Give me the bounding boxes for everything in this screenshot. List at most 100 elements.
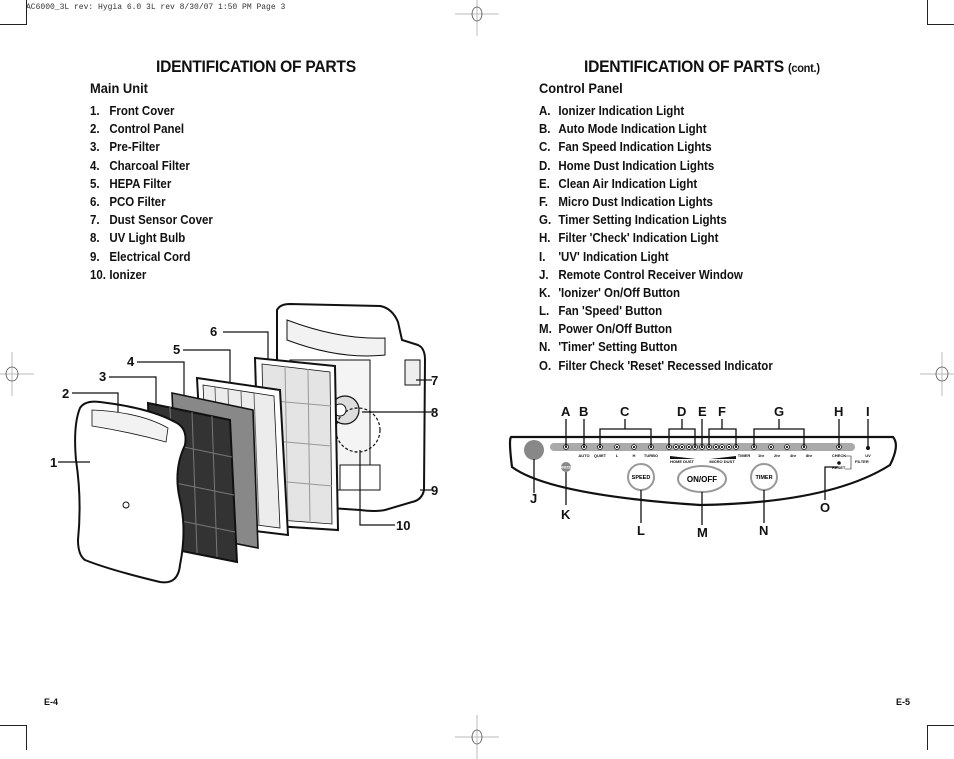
panel-callout-a: A: [561, 404, 571, 419]
panel-callout-n: N: [759, 523, 769, 538]
filter-label: FILTER: [855, 459, 869, 464]
list-item: 4. Charcoal Filter: [90, 158, 190, 173]
list-item: I. 'UV' Indication Light: [539, 249, 669, 264]
callout-7: 7: [431, 373, 439, 388]
list-item: 5. HEPA Filter: [90, 176, 172, 191]
panel-callout-b: B: [579, 404, 589, 419]
page-number-right: E-5: [896, 697, 911, 707]
control-panel-diagram: IONIZER AUTO QUIET L H TURBO HOME DUST M…: [508, 419, 897, 525]
callout-5: 5: [173, 342, 181, 357]
indicator-light-center: [720, 445, 724, 449]
list-item: M. Power On/Off Button: [539, 322, 673, 337]
list-item: E. Clean Air Indication Light: [539, 176, 698, 191]
timer-4hr-label: 4hr: [790, 453, 797, 458]
turbo-label: TURBO: [644, 453, 658, 458]
power-button-label: ON/OFF: [687, 475, 717, 484]
ionizer-button-label: IONIZER: [558, 465, 574, 470]
timer-2hr-label: 2hr: [774, 453, 781, 458]
list-item: A. Ionizer Indication Light: [539, 104, 685, 118]
timer-button-label: TIMER: [755, 475, 772, 481]
list-item: 6. PCO Filter: [90, 194, 166, 209]
callout-1: 1: [50, 455, 58, 470]
panel-callout-m: M: [697, 525, 708, 540]
callout-3: 3: [99, 369, 107, 384]
list-item: 9. Electrical Cord: [90, 249, 191, 264]
panel-callout-k: K: [561, 507, 571, 522]
indicator-light-center: [714, 445, 718, 449]
uv-label: UV: [865, 453, 871, 458]
registration-mark-top: [455, 0, 499, 36]
callout-6: 6: [210, 324, 218, 339]
list-item: C. Fan Speed Indication Lights: [539, 140, 712, 155]
callout-4: 4: [127, 354, 135, 369]
exploded-view-diagram: [58, 302, 432, 584]
high-label: H: [633, 453, 636, 458]
main-unit-parts-list: 1. Front Cover 2. Control Panel 3. Pre-Filt…: [90, 102, 224, 284]
list-item: 1. Front Cover: [90, 104, 175, 118]
quiet-label: QUIET: [594, 453, 607, 458]
crop-mark: [0, 725, 26, 726]
filter-reset-indicator[interactable]: [837, 461, 841, 465]
left-page-title: IDENTIFICATION OF PARTS: [156, 57, 356, 76]
panel-callout-d: D: [677, 404, 687, 419]
crop-mark: [928, 725, 954, 726]
callout-2: 2: [62, 386, 70, 401]
list-item: 10. Ionizer: [90, 267, 147, 282]
home-dust-label: HOME DUST: [670, 459, 695, 464]
indicator-light-center: [687, 445, 691, 449]
speed-button-label: SPEED: [632, 475, 651, 481]
auto-label: AUTO: [578, 453, 589, 458]
list-item: O. Filter Check 'Reset' Recessed Indicato…: [539, 358, 773, 373]
main-unit-heading: Main Unit: [90, 80, 148, 96]
list-item: J. Remote Control Receiver Window: [539, 267, 743, 282]
indicator-light-center: [727, 445, 731, 449]
callout-9: 9: [431, 483, 439, 498]
list-item: N. 'Timer' Setting Button: [539, 340, 678, 355]
crop-mark: [927, 725, 928, 750]
right-page-title: IDENTIFICATION OF PARTS (cont.): [584, 57, 820, 76]
list-item: 3. Pre-Filter: [90, 140, 160, 155]
panel-callout-l: L: [637, 523, 645, 538]
list-item: K. 'Ionizer' On/Off Button: [539, 285, 681, 300]
front-cover: [74, 400, 187, 584]
list-item: 7. Dust Sensor Cover: [90, 213, 213, 228]
list-item: 2. Control Panel: [90, 122, 185, 137]
indicator-light-center: [785, 445, 789, 449]
panel-callout-c: C: [620, 404, 630, 419]
crop-mark: [0, 24, 26, 25]
crop-mark: [26, 725, 27, 750]
list-item: 8. UV Light Bulb: [90, 231, 186, 246]
list-item: F. Micro Dust Indication Lights: [539, 194, 713, 209]
list-item: L. Fan 'Speed' Button: [539, 304, 663, 319]
control-panel-heading: Control Panel: [539, 80, 623, 96]
timer-1hr-label: 1hr: [758, 453, 765, 458]
registration-mark-right: [920, 352, 954, 396]
panel-callout-f: F: [718, 404, 726, 419]
panel-callout-h: H: [834, 404, 844, 419]
crop-mark: [26, 0, 27, 25]
indicator-light-center: [680, 445, 684, 449]
crop-mark: [927, 0, 928, 25]
timer-label: TIMER: [738, 453, 751, 458]
list-item: D. Home Dust Indication Lights: [539, 158, 715, 173]
panel-callout-o: O: [820, 500, 831, 515]
callout-10: 10: [396, 518, 411, 533]
panel-callout-e: E: [698, 404, 707, 419]
indicator-light-center: [615, 445, 619, 449]
indicator-light-center: [674, 445, 678, 449]
callout-8: 8: [431, 405, 439, 420]
panel-callout-i: I: [866, 404, 870, 419]
control-panel-parts-list: A. Ionizer Indication Light B. Auto Mode I…: [539, 102, 793, 375]
remote-receiver-window: [524, 440, 544, 460]
list-item: B. Auto Mode Indication Light: [539, 122, 707, 137]
page-number-left: E-4: [44, 697, 59, 707]
print-slug-line: AC6000_3L rev: Hygia 6.0 3L rev 8/30/07 …: [26, 3, 286, 12]
list-item: G. Timer Setting Indication Lights: [539, 213, 727, 228]
list-item: H. Filter 'Check' Indication Light: [539, 231, 719, 246]
indicator-light-center: [769, 445, 773, 449]
indicator-light-center: [632, 445, 636, 449]
micro-dust-label: MICRO DUST: [709, 459, 735, 464]
registration-mark-bottom: [455, 715, 499, 759]
timer-8hr-label: 8hr: [806, 453, 813, 458]
panel-callout-g: G: [774, 404, 785, 419]
